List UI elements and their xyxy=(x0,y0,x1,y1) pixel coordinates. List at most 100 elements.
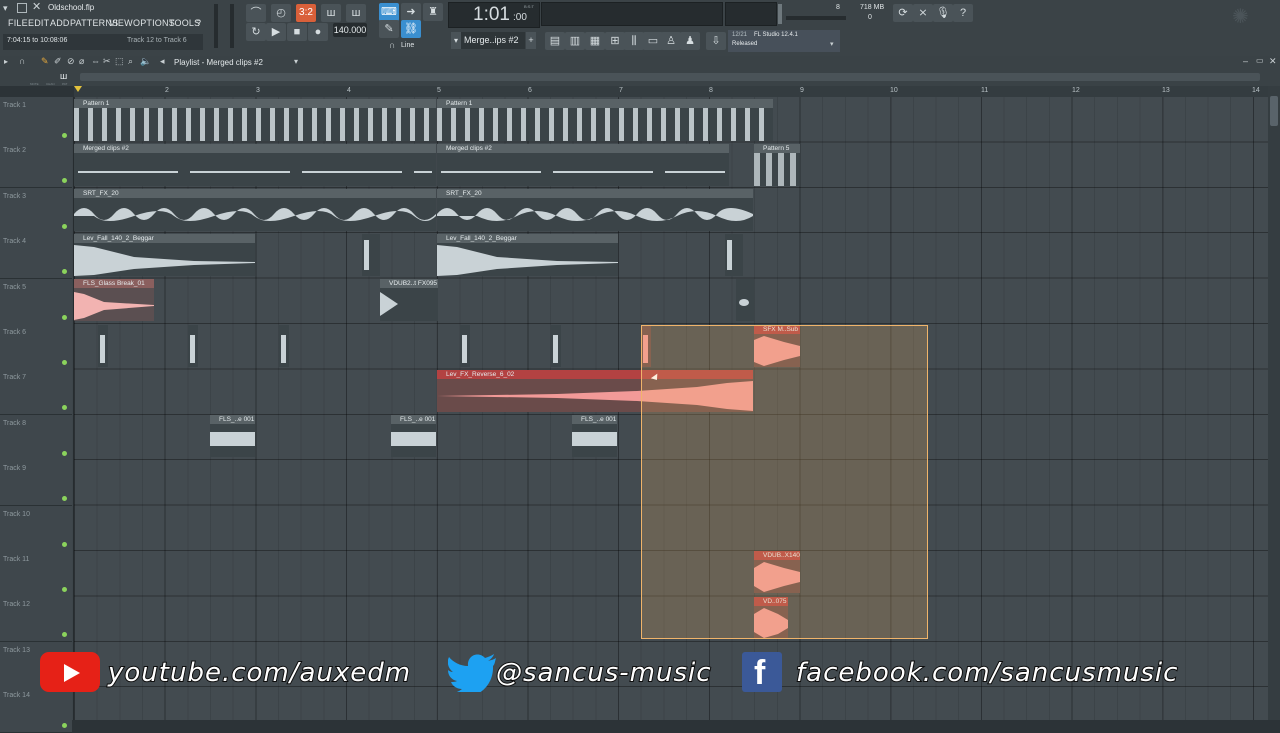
magnet-snap-icon[interactable]: ∩ xyxy=(19,56,25,66)
audio-clip[interactable]: FLS_..e 001 xyxy=(210,415,255,457)
slice-tool-icon[interactable]: ✂ xyxy=(103,56,111,67)
track-mute-led[interactable] xyxy=(62,723,67,729)
audio-clip-small[interactable] xyxy=(98,325,108,367)
tempo-display[interactable]: 140.000 xyxy=(333,23,367,37)
playlist-title-dropdown-icon[interactable]: ▾ xyxy=(294,57,298,66)
link-button[interactable]: ⛓ xyxy=(401,20,421,38)
menu-help[interactable]: ? xyxy=(196,18,201,28)
snap-selector[interactable]: Line xyxy=(401,40,439,52)
audio-clip[interactable]: SRT_FX_20 xyxy=(74,189,436,231)
channel-rack-icon[interactable]: ▦ xyxy=(585,32,605,50)
microphone-icon[interactable]: 🎙 xyxy=(933,4,953,22)
wait-button[interactable]: ◴ xyxy=(271,4,291,22)
audio-clip-small[interactable] xyxy=(725,234,743,276)
vertical-scrollbar[interactable] xyxy=(1268,86,1280,720)
audio-clip[interactable]: FLS_Glass Break_01 xyxy=(74,279,154,321)
track-mute-led[interactable] xyxy=(62,541,67,547)
slip-tool-icon[interactable]: ⇔ xyxy=(91,56,100,66)
track-mute-led[interactable] xyxy=(62,360,67,365)
audio-clip[interactable]: Lev_Fall_140_2_Beggar xyxy=(437,234,618,276)
delete-tool-icon[interactable]: ⊘ xyxy=(67,56,75,67)
audio-clip[interactable]: SRT_FX_20 xyxy=(437,189,753,231)
select-tool-icon[interactable]: ⬚ xyxy=(115,56,124,67)
loop-record-button[interactable]: ↻ xyxy=(246,23,266,41)
track-mute-led[interactable] xyxy=(62,223,67,229)
audio-clip-small[interactable] xyxy=(460,325,470,367)
mute-tool-icon[interactable]: ⌀ xyxy=(79,56,84,67)
playlist-menu-icon[interactable]: ▸ xyxy=(4,57,8,66)
playback-tool-icon[interactable]: 🔈 xyxy=(140,56,151,67)
track-mute-led[interactable] xyxy=(62,450,67,456)
track-header[interactable]: Track 7 xyxy=(0,369,72,416)
track-mute-led[interactable] xyxy=(62,496,67,502)
help-question-icon[interactable]: ? xyxy=(953,4,973,22)
panic-icon[interactable]: ⨯ xyxy=(913,4,933,22)
audio-clip[interactable]: Lev_Fall_140_2_Beggar xyxy=(74,234,255,276)
plugin-database-icon[interactable]: ▭ xyxy=(643,32,663,50)
playlist-maximize-icon[interactable]: ▭ xyxy=(1256,56,1264,65)
menu-add[interactable]: ADD xyxy=(50,18,70,28)
track-mute-led[interactable] xyxy=(62,178,67,184)
typing-keyboard-button[interactable]: ⌨ xyxy=(379,3,399,21)
piano-roll-icon[interactable]: ▥ xyxy=(565,32,585,50)
help-icon[interactable]: ⇩ xyxy=(706,32,726,50)
track-header[interactable]: Track 10 xyxy=(0,505,72,552)
pattern-prev-button[interactable]: ▾ xyxy=(451,32,461,49)
draw-mode-button[interactable]: ✎ xyxy=(379,20,399,38)
paint-tool-icon[interactable]: ✐ xyxy=(54,56,62,67)
add-pattern-button[interactable]: + xyxy=(526,32,536,49)
track-header[interactable]: Track 8 xyxy=(0,414,72,461)
audio-clip-small[interactable] xyxy=(551,325,561,367)
snap-arrow-button[interactable]: ➜ xyxy=(401,3,421,21)
close-icon[interactable]: ✕ xyxy=(32,1,42,13)
track-header[interactable]: Track 3 xyxy=(0,187,72,234)
pattern-clip[interactable]: Pattern 5 xyxy=(754,144,800,186)
menu-file[interactable]: FILE xyxy=(8,18,28,28)
selection-rectangle[interactable] xyxy=(641,325,928,639)
track-header[interactable]: Track 6 xyxy=(0,324,72,370)
metronome-icon[interactable]: ♜ xyxy=(423,3,443,21)
window-menu-icon[interactable]: ▾ xyxy=(3,3,13,13)
play-button[interactable]: ▶ xyxy=(266,23,286,41)
plugin-picker-icon[interactable]: ♙ xyxy=(661,32,681,50)
refresh-icon[interactable]: ⟳ xyxy=(893,4,913,22)
audio-clip-small[interactable] xyxy=(362,234,380,276)
tempo-tapper-icon[interactable]: ♟ xyxy=(680,32,700,50)
pattern-selector[interactable]: Merge..ips #2 xyxy=(461,32,525,49)
track-header[interactable]: Track 12 xyxy=(0,596,72,643)
pattern-clip[interactable]: Merged clips #2 xyxy=(74,144,436,186)
pattern-number-display[interactable]: 3:2 xyxy=(296,4,316,22)
track-mute-led[interactable] xyxy=(62,632,67,638)
track-mute-led[interactable] xyxy=(62,587,67,592)
pattern-clip[interactable]: Pattern 1 xyxy=(437,99,773,141)
song-position-marker[interactable] xyxy=(74,86,82,92)
track-mute-led[interactable] xyxy=(62,405,67,411)
audio-clip[interactable]: FLS_..e 001 xyxy=(572,415,617,457)
audio-clip-small[interactable] xyxy=(188,325,198,367)
restore-icon[interactable] xyxy=(17,3,27,13)
track-header[interactable]: Track 2 xyxy=(0,142,72,189)
pattern-icon[interactable]: ш xyxy=(60,71,67,81)
audio-clip[interactable]: VDUB2..t FX095 xyxy=(380,279,438,321)
pencil-tool-icon[interactable]: ✎ xyxy=(41,56,49,67)
news-dropdown-icon[interactable]: ▾ xyxy=(830,40,834,48)
magnet-icon[interactable]: ∩ xyxy=(389,40,395,50)
pattern-clip[interactable]: Merged clips #2 xyxy=(437,144,729,186)
audio-clip-small[interactable] xyxy=(736,279,754,321)
audio-clip[interactable]: FLS_..e 001 xyxy=(391,415,436,457)
playlist-arrow-icon[interactable]: ◂ xyxy=(160,56,165,67)
menu-view[interactable]: VIEW xyxy=(109,18,133,28)
master-pitch-slider[interactable] xyxy=(230,4,234,48)
playlist-close-icon[interactable]: ✕ xyxy=(1269,56,1277,67)
playlist-minimize-icon[interactable]: – xyxy=(1243,56,1248,66)
blend-notes-button[interactable]: ш xyxy=(346,4,366,22)
track-mute-led[interactable] xyxy=(62,133,67,138)
record-button[interactable]: ● xyxy=(308,23,328,41)
menu-edit[interactable]: EDIT xyxy=(28,18,49,28)
browser-icon[interactable]: ⊞ xyxy=(605,32,625,50)
horizontal-scrollbar[interactable] xyxy=(80,73,1260,81)
playlist-window-icon[interactable]: ▤ xyxy=(545,32,565,50)
track-mute-led[interactable] xyxy=(62,269,67,275)
zoom-tool-icon[interactable]: ⌕ xyxy=(128,56,133,67)
track-header[interactable]: Track 9 xyxy=(0,460,72,507)
